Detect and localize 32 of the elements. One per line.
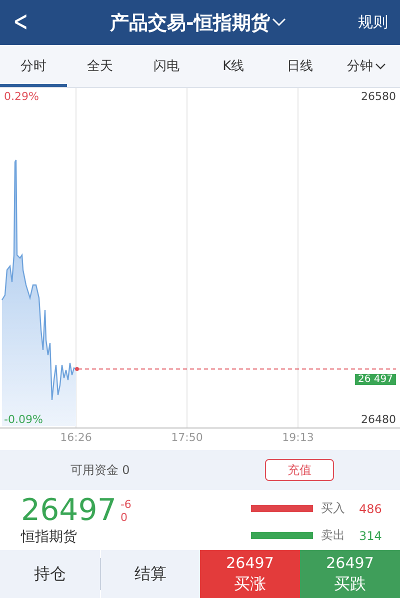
tab[interactable]: 闪电 <box>133 45 200 87</box>
depth-volume: 486 <box>359 502 383 516</box>
depth-label: 买入 <box>321 500 345 517</box>
deposit-button[interactable]: 充值 <box>265 459 334 481</box>
tab-button[interactable]: 持仓 <box>0 550 100 598</box>
rules-link[interactable]: 规则 <box>358 13 388 32</box>
time-label: 19:13 <box>282 431 314 444</box>
tab[interactable]: 全天 <box>66 45 134 87</box>
available-funds: 可用资金 0 <box>69 462 131 478</box>
buy-volume-bar <box>251 505 313 512</box>
price-label: 26480 <box>361 413 396 426</box>
depth-volume: 314 <box>359 528 383 542</box>
back-button[interactable]: < <box>14 7 38 38</box>
tab-button[interactable]: 结算 <box>101 550 200 598</box>
buy-up-button[interactable]: 26497 买涨 <box>200 550 300 598</box>
price-value: 26497 <box>21 494 116 528</box>
change-label: 0.29% <box>4 90 39 103</box>
price-change: -6 <box>120 498 132 511</box>
tab[interactable]: K线 <box>200 45 267 87</box>
time-label: 17:50 <box>171 431 203 444</box>
change-percent: 0 <box>120 511 128 524</box>
product-name: 恒指期货 <box>21 528 78 546</box>
tab[interactable]: 日线 <box>266 45 334 87</box>
price-label: 26580 <box>361 90 396 103</box>
chevron-down-icon[interactable] <box>375 62 386 70</box>
tab[interactable]: 分钟 <box>333 45 400 87</box>
time-label: 16:26 <box>60 431 92 444</box>
page-title[interactable]: 产品交易-恒指期货 <box>110 10 270 36</box>
depth-label: 卖出 <box>321 527 345 544</box>
current-price-tag: 26 497 <box>355 374 396 385</box>
change-label: -0.09% <box>4 413 43 426</box>
sell-volume-bar <box>251 532 313 539</box>
